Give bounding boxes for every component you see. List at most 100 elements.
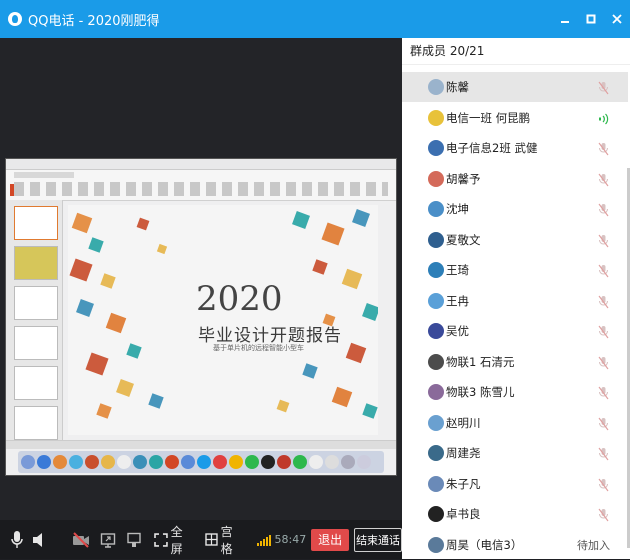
member-row[interactable]: 赵明川 (402, 408, 628, 438)
member-name: 电信一班 何昆鹏 (446, 110, 531, 125)
shared-screen: 2020 毕业设计开题报告 基于单片机的远程智能小型车 (5, 158, 397, 476)
avatar (428, 109, 444, 126)
microphone-button[interactable] (8, 529, 26, 551)
slide-thumbnail (14, 326, 58, 360)
mic-muted-icon (598, 80, 609, 95)
video-area: 2020 毕业设计开题报告 基于单片机的远程智能小型车 (0, 38, 402, 520)
member-row[interactable]: 周建尧 (402, 438, 628, 468)
member-name: 周昊（电信3） (446, 537, 523, 552)
member-name: 陈馨 (446, 80, 469, 94)
member-row[interactable]: 夏敬文 (402, 225, 628, 255)
member-row[interactable]: 电信一班 何昆鹏 (402, 103, 628, 133)
close-icon (612, 14, 622, 24)
avatar (428, 292, 444, 309)
member-row[interactable]: 吴优 (402, 316, 628, 346)
speaking-icon (598, 111, 609, 125)
grid-view-label: 宫格 (220, 524, 233, 556)
avatar (428, 353, 444, 370)
member-panel: 群成员 20/21 陈馨电信一班 何昆鹏 电子信息2班 武健胡馨予沈坤夏敬文王琦王… (402, 38, 630, 559)
member-row[interactable]: 卓书良 (402, 499, 628, 529)
mic-muted-icon (598, 446, 609, 461)
exit-button[interactable]: 退出 (311, 528, 350, 551)
slide-subtitle: 基于单片机的远程智能小型车 (213, 344, 304, 352)
mic-muted-icon (598, 172, 609, 186)
mic-muted-icon (598, 141, 609, 156)
screen-share-button[interactable] (98, 529, 118, 551)
slide-canvas: 2020 毕业设计开题报告 基于单片机的远程智能小型车 (68, 205, 378, 435)
member-row[interactable]: 电子信息2班 武健 (402, 133, 628, 163)
member-name: 沈坤 (446, 202, 469, 216)
member-name: 物联1 石清元 (446, 354, 515, 369)
mic-muted-icon (598, 477, 609, 491)
camera-off-icon (72, 531, 89, 548)
end-call-button[interactable]: 结束通话 (354, 527, 402, 552)
speaker-icon (32, 532, 42, 547)
slide-thumbnail (14, 246, 58, 280)
member-name: 电子信息2班 武健 (446, 141, 538, 155)
member-row[interactable]: 王冉 (402, 286, 628, 316)
speaker-button[interactable] (30, 529, 48, 551)
avatar (428, 536, 444, 553)
shared-screen-menubar (6, 159, 396, 170)
member-row[interactable]: 朱子凡 (402, 469, 628, 499)
qq-phone-logo-icon (8, 12, 22, 26)
avatar (428, 79, 444, 95)
camera-button[interactable] (70, 529, 92, 551)
member-row[interactable]: 陈馨 (402, 72, 628, 102)
member-row[interactable]: 周昊（电信3） 待加入 (402, 530, 628, 560)
slide-thumbnails (6, 200, 63, 441)
member-row[interactable]: 物联1 石清元 (402, 347, 628, 377)
slide-thumbnail (14, 286, 58, 320)
mic-muted-icon (598, 263, 609, 278)
slide-background (69, 209, 378, 419)
member-name: 王冉 (446, 293, 469, 308)
maximize-icon (586, 14, 596, 24)
call-control-bar: 全屏 宫格 58:47 退出 结束通话 (0, 520, 402, 559)
member-name: 夏敬文 (446, 232, 481, 247)
presenter-button[interactable] (124, 529, 144, 551)
avatar (428, 201, 444, 217)
member-name: 王琦 (446, 263, 469, 277)
mic-muted-icon (598, 355, 609, 369)
avatar (428, 170, 444, 187)
fullscreen-label: 全屏 (170, 524, 183, 556)
fullscreen-button[interactable]: 全屏 (153, 523, 195, 557)
mic-muted-icon (598, 385, 609, 400)
member-count-header: 群成员 20/21 (402, 38, 630, 65)
grid-icon (204, 533, 218, 546)
close-button[interactable] (604, 0, 630, 38)
avatar (428, 414, 444, 431)
slide-thumbnail (14, 406, 58, 440)
mic-muted-icon (598, 202, 609, 217)
member-name: 物联3 陈雪儿 (446, 385, 515, 399)
shared-screen-ribbon (6, 170, 396, 201)
minimize-button[interactable] (552, 0, 578, 38)
member-name: 赵明川 (446, 415, 481, 430)
mic-muted-icon (598, 294, 609, 308)
member-row[interactable]: 胡馨予 (402, 164, 628, 194)
grid-view-button[interactable]: 宫格 (204, 523, 245, 557)
avatar (428, 506, 444, 522)
window-controls (552, 0, 630, 38)
member-row[interactable]: 沈坤 (402, 194, 628, 224)
avatar (428, 445, 444, 461)
avatar (428, 384, 444, 400)
fullscreen-icon (153, 532, 168, 547)
window-title: QQ电话 - 2020刚肥得 (28, 13, 160, 29)
member-row[interactable]: 王琦 (402, 255, 628, 285)
microphone-icon (11, 530, 23, 548)
avatar (428, 323, 444, 339)
shared-screen-statusbar (6, 440, 396, 449)
minimize-icon (561, 21, 569, 23)
avatar (428, 475, 444, 492)
maximize-button[interactable] (578, 0, 604, 38)
call-timer: 58:47 (274, 533, 307, 546)
mic-muted-icon (598, 507, 609, 522)
member-row[interactable]: 物联3 陈雪儿 (402, 377, 628, 407)
member-name: 吴优 (446, 324, 469, 338)
avatar (428, 231, 444, 248)
dock-icons (21, 455, 371, 469)
member-name: 周建尧 (446, 446, 481, 460)
member-name: 卓书良 (446, 507, 481, 521)
mic-muted-icon (598, 233, 609, 247)
